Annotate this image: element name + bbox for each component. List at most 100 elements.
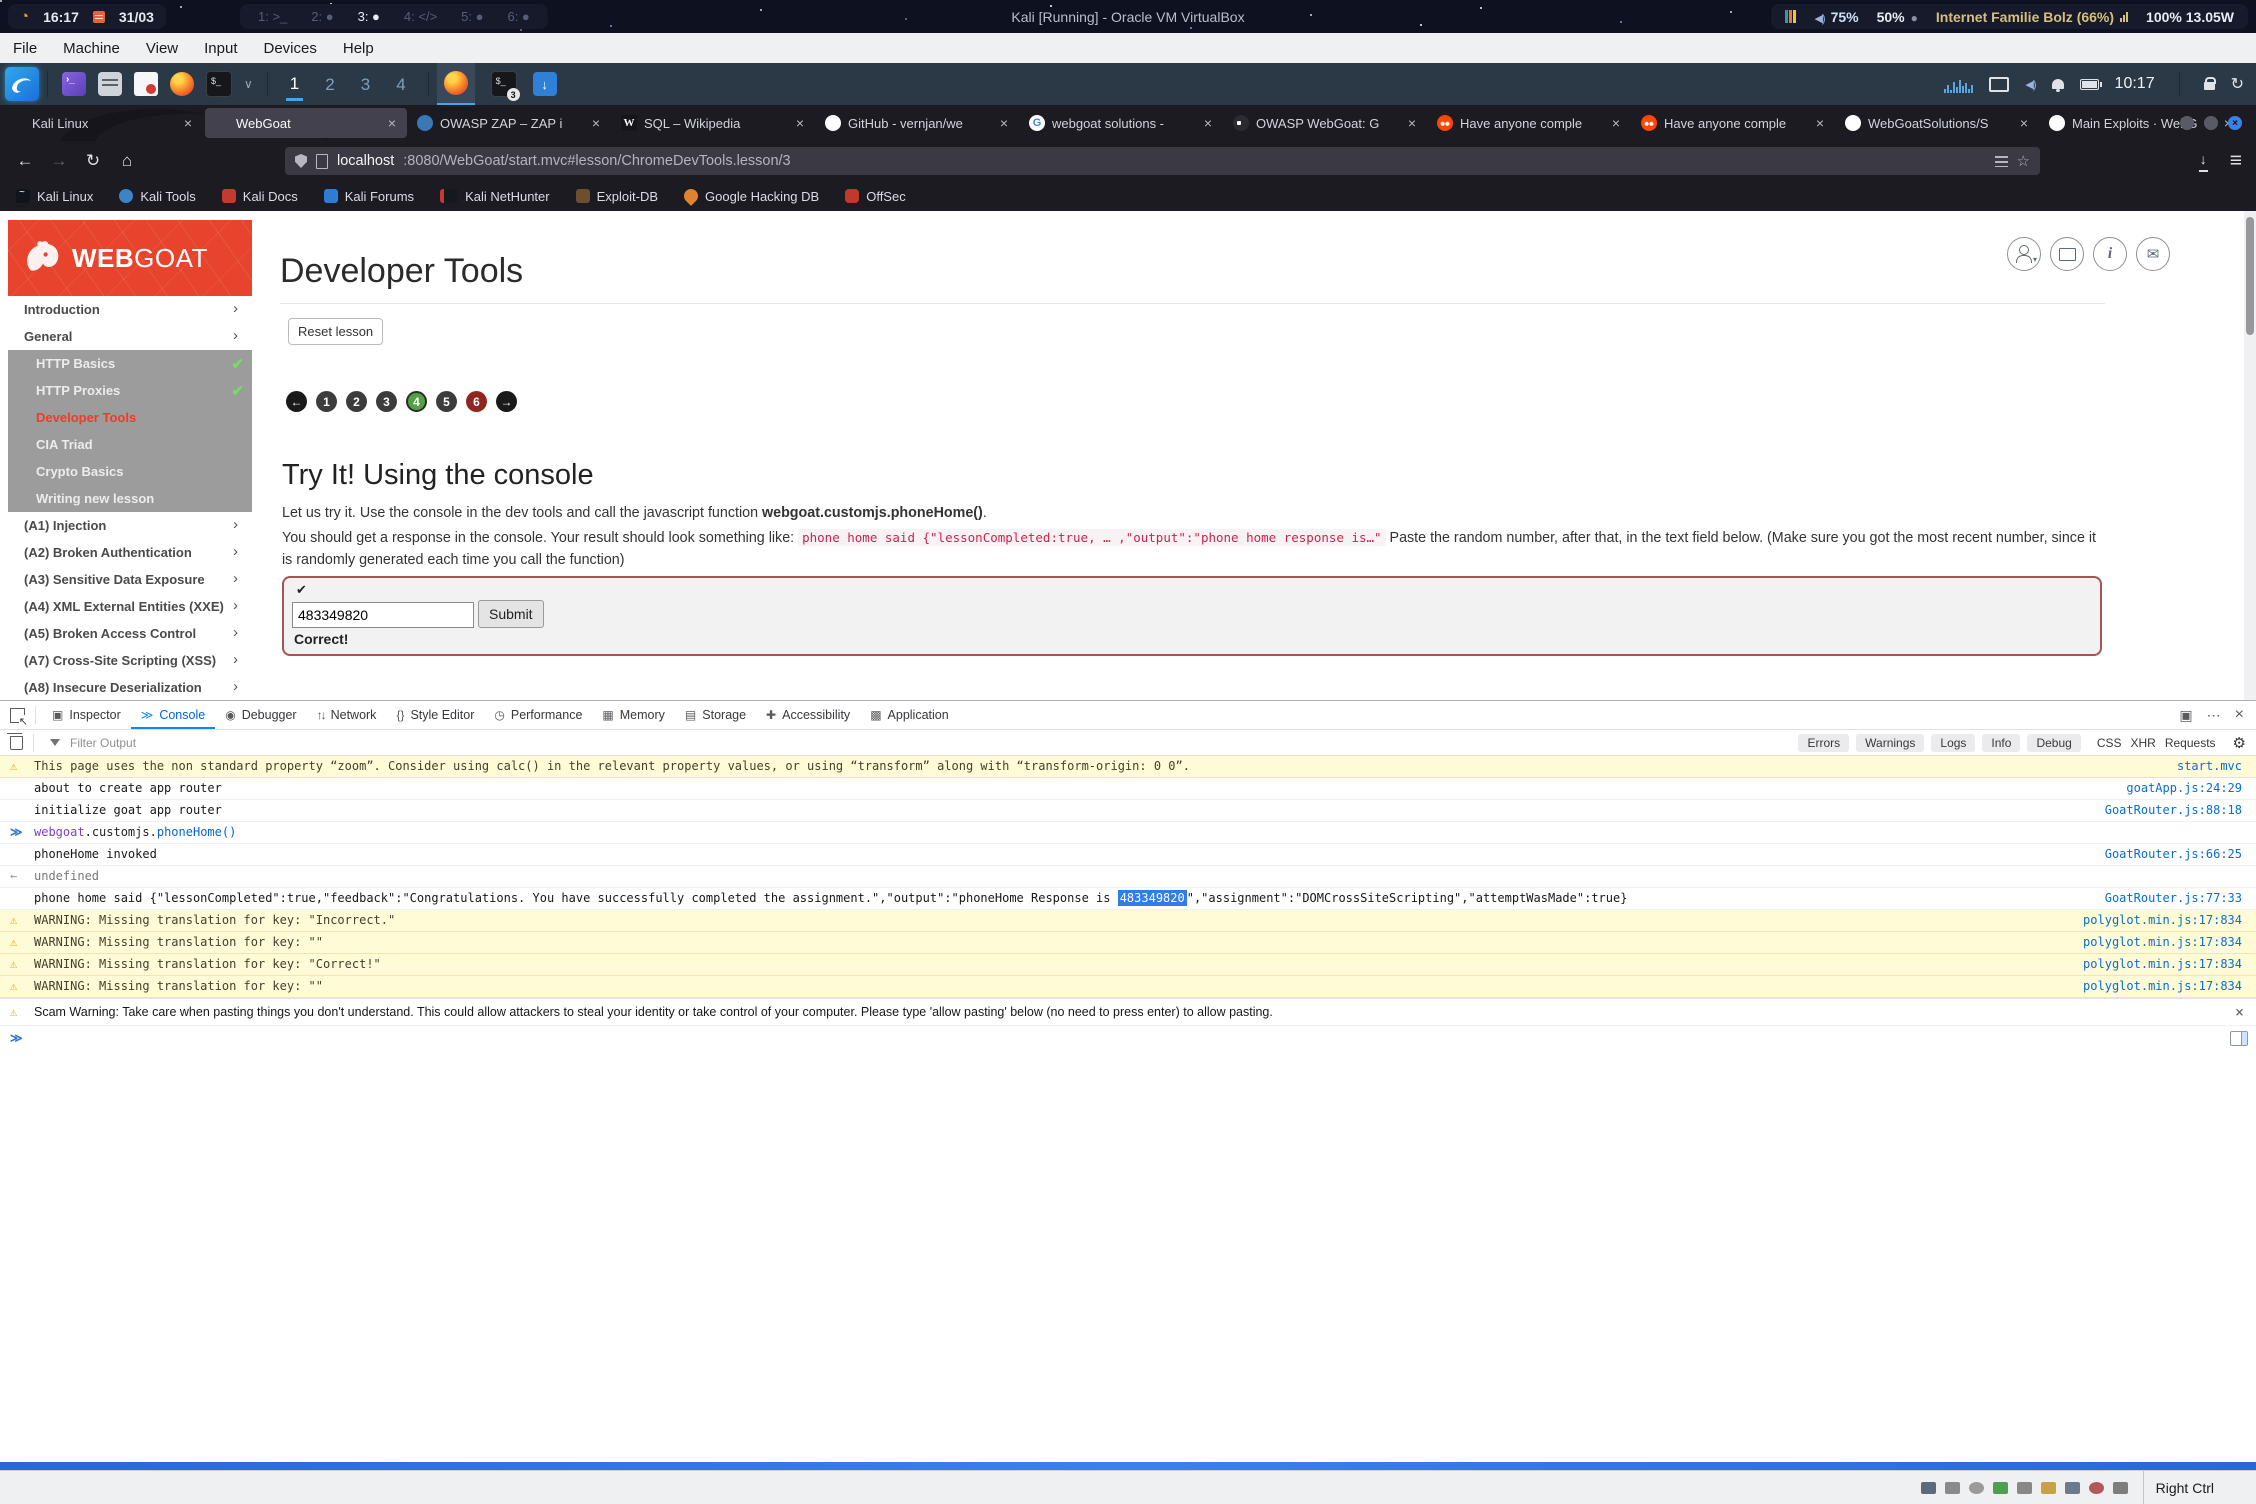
browser-tab[interactable]: Kali Linux xyxy=(1,108,203,138)
sidebar-item[interactable]: Developer Tools xyxy=(8,404,252,431)
home-button[interactable]: ⌂ xyxy=(110,151,144,171)
workspace-indicator[interactable]: 6: ● xyxy=(507,9,529,24)
console-result-row[interactable]: undefined xyxy=(0,866,2256,888)
browser-tab[interactable]: SQL – Wikipedia xyxy=(613,108,815,138)
sidebar-item[interactable]: Crypto Basics xyxy=(8,458,252,485)
devtools-tab[interactable]: Storage xyxy=(675,701,756,729)
reset-lesson-button[interactable]: Reset lesson xyxy=(288,318,383,345)
volume-widget[interactable]: 75% xyxy=(1814,9,1858,25)
lock-screen-icon[interactable] xyxy=(2204,82,2215,90)
sidebar-item[interactable]: HTTP Basics xyxy=(8,350,252,377)
workspace-indicator[interactable]: 2: ● xyxy=(311,9,333,24)
sidebar-item[interactable]: Writing new lesson xyxy=(8,485,252,512)
reload-button[interactable]: ↻ xyxy=(76,151,110,171)
tab-close-icon[interactable] xyxy=(1813,115,1827,131)
maximize-button[interactable] xyxy=(2204,116,2218,130)
new-tab-button[interactable] xyxy=(2244,113,2256,134)
console-log-row[interactable]: initialize goat app router GoatRouter.js… xyxy=(0,800,2256,822)
tab-close-icon[interactable] xyxy=(1405,115,1419,131)
browser-tab[interactable]: OWASP ZAP – ZAP i xyxy=(409,108,611,138)
console-source-link[interactable]: polyglot.min.js:17:834 xyxy=(2083,910,2242,931)
tab-close-icon[interactable] xyxy=(1609,115,1623,131)
menubar-item[interactable]: File xyxy=(0,40,50,57)
page-number-button[interactable]: 1 xyxy=(316,391,337,412)
console-source-link[interactable]: GoatRouter.js:77:33 xyxy=(2105,888,2242,909)
reader-view-icon[interactable] xyxy=(1995,156,2008,167)
page-number-button[interactable]: 2 xyxy=(346,391,367,412)
close-devtools-icon[interactable] xyxy=(2235,706,2244,724)
next-page-button[interactable] xyxy=(496,391,517,412)
tab-close-icon[interactable] xyxy=(997,115,1011,131)
console-warning-row[interactable]: WARNING: Missing translation for key: "I… xyxy=(0,910,2256,932)
devtools-menu-icon[interactable] xyxy=(2207,707,2221,724)
close-icon[interactable] xyxy=(2235,999,2244,1025)
bookmark-item[interactable]: Kali Linux xyxy=(16,189,93,204)
devtools-tab[interactable]: Network xyxy=(307,701,387,729)
tab-close-icon[interactable] xyxy=(2017,115,2031,131)
lesson-overview-button[interactable] xyxy=(2050,237,2084,271)
prev-page-button[interactable] xyxy=(286,391,307,412)
menubar-item[interactable]: View xyxy=(133,40,191,57)
bookmark-item[interactable]: Kali Forums xyxy=(324,189,414,204)
console-source-link[interactable]: GoatRouter.js:88:18 xyxy=(2105,800,2242,821)
devtools-tab[interactable]: Memory xyxy=(592,701,675,729)
console-input-row[interactable] xyxy=(0,1026,2256,1050)
workspace-button[interactable]: 4 xyxy=(392,69,409,99)
devtools-tab[interactable]: Console xyxy=(131,701,215,729)
sidebar-item[interactable]: (A3) Sensitive Data Exposure xyxy=(8,566,252,593)
tab-close-icon[interactable] xyxy=(385,115,399,131)
devtools-tab[interactable]: Accessibility xyxy=(756,701,860,729)
devtools-tab[interactable]: Style Editor xyxy=(386,701,484,729)
close-window-button[interactable] xyxy=(2228,116,2242,130)
filter-pill[interactable]: Logs xyxy=(1931,734,1975,752)
sidebar-item[interactable]: Introduction xyxy=(8,296,252,323)
root-terminal-icon[interactable] xyxy=(206,71,232,97)
cpu-graph-icon[interactable] xyxy=(1944,75,1973,93)
about-button[interactable] xyxy=(2093,237,2127,271)
console-warning-row[interactable]: WARNING: Missing translation for key: ""… xyxy=(0,976,2256,998)
devtools-tab[interactable]: Application xyxy=(860,701,959,729)
workspace-button[interactable]: 3 xyxy=(357,69,374,99)
sidebar-item[interactable]: CIA Triad xyxy=(8,431,252,458)
devtools-tab[interactable]: Inspector xyxy=(42,701,131,729)
page-number-button[interactable]: 5 xyxy=(436,391,457,412)
page-scrollbar[interactable] xyxy=(2244,211,2256,700)
speaker-icon[interactable] xyxy=(2025,75,2035,93)
scrollbar-thumb[interactable] xyxy=(2246,217,2254,335)
workspace-indicator[interactable]: 1: >_ xyxy=(258,9,287,24)
console-log-row[interactable]: about to create app router goatApp.js:24… xyxy=(0,778,2256,800)
display-icon[interactable] xyxy=(1989,77,2009,92)
page-number-button[interactable]: 4 xyxy=(406,391,427,412)
page-number-button[interactable]: 6 xyxy=(466,391,487,412)
downloads-icon[interactable] xyxy=(2199,151,2208,172)
clear-console-icon[interactable] xyxy=(10,736,23,750)
page-number-button[interactable]: 3 xyxy=(376,391,397,412)
back-button[interactable]: ← xyxy=(8,151,42,171)
logout-icon[interactable] xyxy=(2231,74,2244,94)
mouse-integration-status-icon[interactable] xyxy=(2113,1482,2128,1494)
terminal-window-button[interactable]: 3 xyxy=(485,64,523,104)
workspace-indicator[interactable]: 4: </> xyxy=(404,9,437,24)
menubar-item[interactable]: Machine xyxy=(50,40,133,57)
sidebar-item[interactable]: (A2) Broken Authentication xyxy=(8,539,252,566)
text-editor-icon[interactable] xyxy=(134,72,158,96)
console-source-link[interactable]: polyglot.min.js:17:834 xyxy=(2083,976,2242,997)
sidebar-item[interactable]: (A7) Cross-Site Scripting (XSS) xyxy=(8,647,252,674)
browser-tab[interactable]: Have anyone comple xyxy=(1429,108,1631,138)
tab-close-icon[interactable] xyxy=(589,115,603,131)
bookmark-item[interactable]: Exploit-DB xyxy=(576,189,658,204)
workspace-button[interactable]: 1 xyxy=(286,68,303,101)
tab-close-icon[interactable] xyxy=(793,115,807,131)
console-log-row[interactable]: phoneHome invoked GoatRouter.js:66:25 xyxy=(0,844,2256,866)
hdd-status-icon[interactable] xyxy=(1945,1482,1960,1494)
answer-input[interactable] xyxy=(292,602,474,628)
recording-status-icon[interactable] xyxy=(2089,1482,2104,1494)
tab-close-icon[interactable] xyxy=(1201,115,1215,131)
console-settings-gear-icon[interactable] xyxy=(2233,734,2246,752)
console-source-link[interactable]: polyglot.min.js:17:834 xyxy=(2083,932,2242,953)
minimize-button[interactable] xyxy=(2180,116,2194,130)
tab-close-icon[interactable] xyxy=(181,115,195,131)
menubar-item[interactable]: Input xyxy=(191,40,250,57)
sidebar-item[interactable]: HTTP Proxies xyxy=(8,377,252,404)
url-bar[interactable]: localhost :8080/WebGoat/start.mvc#lesson… xyxy=(285,147,2040,175)
